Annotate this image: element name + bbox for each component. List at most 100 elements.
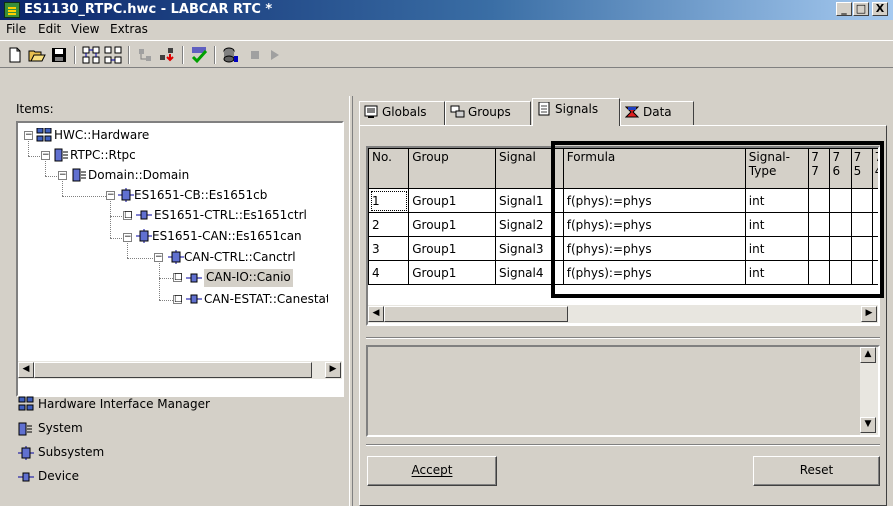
tab-groups[interactable]: Groups (445, 101, 531, 125)
tree-node-es1651-ctrl[interactable]: ES1651-CTRL::Es1651ctrl (154, 207, 307, 225)
cell-formula[interactable]: f(phys):=phys (562, 212, 746, 237)
col-header-signal-type[interactable]: Signal- Type (744, 148, 810, 189)
close-button[interactable]: X (872, 2, 888, 16)
tree-horizontal-scrollbar[interactable]: ◀ ▶ (18, 361, 342, 379)
tree-collapse-toggle[interactable]: − (154, 253, 163, 262)
tree-node-domain[interactable]: Domain::Domain (88, 167, 189, 185)
info-vertical-scrollbar[interactable]: ▲ ▼ (860, 347, 878, 435)
minimize-button[interactable]: _ (836, 2, 852, 16)
title-bar[interactable]: ES1130_RTPC.hwc - LABCAR RTC * _ □ X (0, 0, 893, 20)
col-header-75[interactable]: 7 5 (850, 148, 873, 189)
cell-bit[interactable] (829, 212, 852, 237)
tree-node-can-io-selected[interactable]: CAN-IO::Canio (204, 269, 293, 287)
cell-signal-type[interactable]: int (744, 212, 810, 237)
cell-no[interactable]: 2 (368, 212, 410, 237)
cell-bit[interactable] (850, 188, 873, 213)
tree-collapse-toggle[interactable]: − (106, 191, 115, 200)
tree-expand-toggle[interactable]: □ (173, 273, 183, 282)
table-row[interactable]: 3 Group1 Signal3 f(phys):=phys int (368, 236, 878, 261)
table-row[interactable]: 4 Group1 Signal4 f(phys):=phys int (368, 260, 878, 285)
cell-group[interactable]: Group1 (408, 188, 496, 213)
menu-edit[interactable]: Edit (38, 22, 61, 36)
scroll-up-button[interactable]: ▲ (860, 347, 876, 363)
tree-collapse-toggle[interactable]: − (58, 171, 67, 180)
cell-signal-type[interactable]: int (744, 236, 810, 261)
info-text-area[interactable]: ▲ ▼ (366, 345, 880, 437)
col-header-signal[interactable]: Signal (495, 148, 564, 189)
cell-bit[interactable] (808, 236, 831, 261)
menu-file[interactable]: File (6, 22, 26, 36)
menu-view[interactable]: View (71, 22, 99, 36)
hw-tree-2-icon[interactable] (104, 46, 122, 64)
cell-bit[interactable] (829, 188, 852, 213)
stop-icon[interactable] (246, 46, 264, 64)
scroll-right-button[interactable]: ▶ (325, 362, 341, 378)
tree-expand-toggle[interactable]: □ (173, 295, 183, 304)
scroll-down-button[interactable]: ▼ (860, 417, 876, 433)
table-row[interactable]: 2 Group1 Signal2 f(phys):=phys int (368, 212, 878, 237)
menu-extras[interactable]: Extras (110, 22, 148, 36)
cell-bit[interactable] (808, 260, 831, 285)
cell-group[interactable]: Group1 (408, 260, 496, 285)
cell-bit[interactable] (808, 188, 831, 213)
database-icon[interactable] (222, 46, 240, 64)
cell-signal-type[interactable]: int (744, 260, 810, 285)
cell-signal[interactable]: Signal1 (495, 188, 564, 213)
cell-signal[interactable]: Signal2 (495, 212, 564, 237)
tree-collapse-toggle[interactable]: − (123, 233, 132, 242)
cell-bit[interactable] (871, 188, 878, 213)
scroll-left-button[interactable]: ◀ (18, 362, 34, 378)
tree-node-rtpc[interactable]: RTPC::Rtpc (70, 147, 136, 165)
cell-no[interactable]: 1 (368, 188, 410, 213)
scroll-right-button[interactable]: ▶ (861, 306, 877, 322)
col-header-group[interactable]: Group (408, 148, 496, 189)
maximize-button[interactable]: □ (853, 2, 869, 16)
scroll-left-button[interactable]: ◀ (368, 306, 384, 322)
cell-bit[interactable] (871, 260, 878, 285)
new-icon[interactable] (6, 46, 24, 64)
cell-no[interactable]: 4 (368, 260, 410, 285)
signals-grid[interactable]: No. Group Signal Formula Signal- Type 7 … (366, 146, 880, 326)
move-icon[interactable] (136, 46, 154, 64)
col-header-76[interactable]: 7 6 (829, 148, 852, 189)
col-header-77[interactable]: 7 7 (808, 148, 831, 189)
cell-bit[interactable] (829, 260, 852, 285)
tab-globals[interactable]: Globals (359, 101, 445, 125)
scroll-thumb[interactable] (384, 306, 568, 322)
col-header-formula[interactable]: Formula (562, 148, 746, 189)
table-row[interactable]: 1 Group1 Signal1 f(phys):=phys int (368, 188, 878, 213)
cell-bit[interactable] (850, 236, 873, 261)
tree-node-can-ctrl[interactable]: CAN-CTRL::Canctrl (184, 249, 296, 267)
tree-expand-toggle[interactable]: □ (123, 211, 133, 220)
cell-signal[interactable]: Signal3 (495, 236, 564, 261)
accept-button[interactable]: Accept (367, 456, 497, 486)
tree-node-hardware[interactable]: HWC::Hardware (54, 127, 149, 145)
cell-bit[interactable] (829, 236, 852, 261)
cell-no[interactable]: 3 (368, 236, 410, 261)
tree-collapse-toggle[interactable]: − (41, 151, 50, 160)
cell-bit[interactable] (871, 212, 878, 237)
reset-button[interactable]: Reset (753, 456, 880, 486)
hw-tree-icon[interactable] (82, 46, 100, 64)
tree-collapse-toggle[interactable]: − (24, 131, 33, 140)
cell-signal[interactable]: Signal4 (495, 260, 564, 285)
cell-signal-type[interactable]: int (744, 188, 810, 213)
cell-bit[interactable] (850, 260, 873, 285)
open-icon[interactable] (28, 46, 46, 64)
play-icon[interactable] (266, 46, 284, 64)
tab-data[interactable]: Data (620, 101, 694, 125)
cell-formula[interactable]: f(phys):=phys (562, 188, 746, 213)
hardware-tree[interactable]: − HWC::Hardware − RTPC::Rtpc − Domain::D… (16, 121, 344, 397)
cell-bit[interactable] (871, 236, 878, 261)
tab-signals[interactable]: Signals (532, 98, 620, 126)
scroll-thumb[interactable] (34, 362, 312, 378)
tree-node-es1651-cb[interactable]: ES1651-CB::Es1651cb (134, 187, 267, 205)
cell-group[interactable]: Group1 (408, 212, 496, 237)
tree-node-es1651-can[interactable]: ES1651-CAN::Es1651can (152, 228, 302, 246)
grid-horizontal-scrollbar[interactable]: ◀ ▶ (368, 305, 878, 323)
col-header-74[interactable]: 7 4 (871, 148, 878, 189)
cell-formula[interactable]: f(phys):=phys (562, 260, 746, 285)
cell-bit[interactable] (850, 212, 873, 237)
cell-formula[interactable]: f(phys):=phys (562, 236, 746, 261)
col-header-no[interactable]: No. (368, 148, 410, 189)
